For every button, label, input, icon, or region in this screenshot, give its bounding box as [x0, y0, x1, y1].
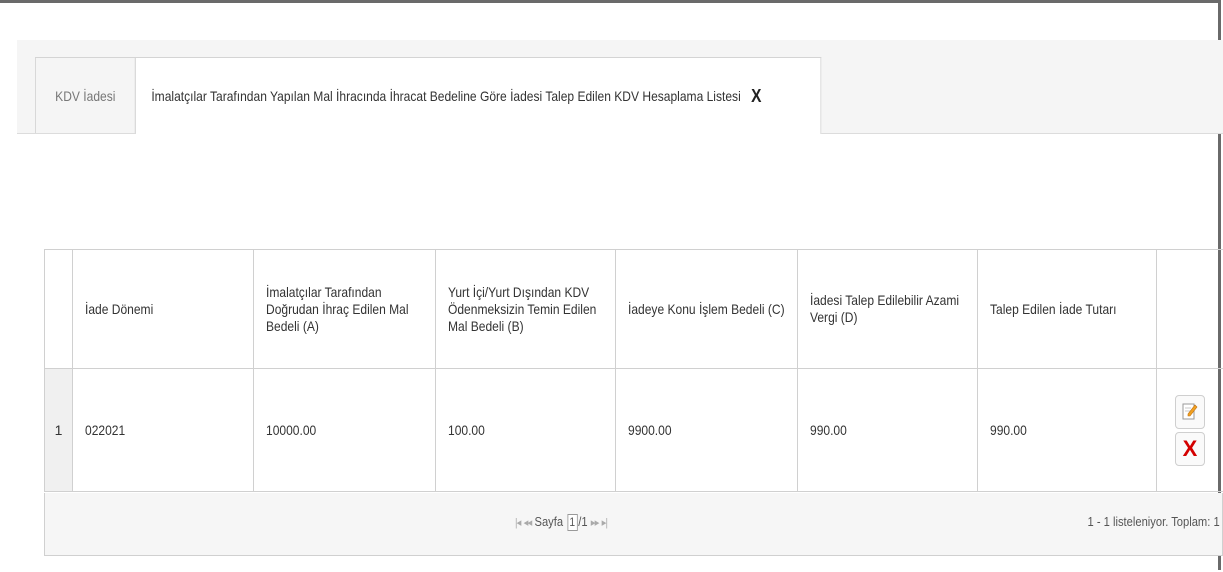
table-cell-a: 10000.00	[253, 368, 436, 492]
delete-icon[interactable]: X	[1175, 431, 1205, 466]
edit-icon[interactable]	[1175, 394, 1205, 429]
column-header[interactable]: İadeye Konu İşlem Bedeli (C)	[615, 249, 798, 369]
table-header-row: İade Dönemi İmalatçılar Tarafından Doğru…	[44, 249, 1223, 369]
table-cell-b: 100.00	[435, 368, 616, 492]
row-number: 1	[44, 368, 73, 492]
page-number-input[interactable]: 1	[567, 514, 578, 531]
page-total: /1	[578, 514, 588, 529]
kdv-table: İade Dönemi İmalatçılar Tarafından Doğru…	[44, 249, 1223, 492]
row-actions: X	[1156, 368, 1223, 492]
close-icon[interactable]: X	[751, 86, 761, 107]
tab-label: KDV İadesi	[55, 87, 116, 104]
pager-info: 1 - 1 listeleniyor. Toplam: 1	[1087, 514, 1220, 529]
column-header[interactable]: Yurt İçi/Yurt Dışından KDV Ödenmeksizin …	[435, 249, 616, 369]
last-page-icon[interactable]: ▸|	[602, 517, 608, 529]
tab-strip: KDV İadesi İmalatçılar Tarafından Yapıla…	[17, 40, 1223, 134]
header-rownum-cell	[44, 249, 73, 369]
tab-kdv-iadesi[interactable]: KDV İadesi	[35, 57, 136, 133]
column-header[interactable]: Talep Edilen İade Tutarı	[977, 249, 1157, 369]
tab-label: İmalatçılar Tarafından Yapılan Mal İhrac…	[151, 88, 741, 104]
pagination-bar: |◂ ◂◂ Sayfa 1/1 ▸▸ ▸| 1 - 1 listeleniyor…	[44, 493, 1223, 556]
table-row[interactable]: 1 022021 10000.00 100.00 9900.00 990.00 …	[44, 368, 1223, 492]
table-cell-talep: 990.00	[977, 368, 1157, 492]
first-page-icon[interactable]: |◂	[515, 517, 521, 529]
table-cell-c: 9900.00	[615, 368, 798, 492]
table-cell-iade-donemi: 022021	[72, 368, 254, 492]
next-page-icon[interactable]: ▸▸	[591, 517, 600, 529]
column-header[interactable]: İade Dönemi	[72, 249, 254, 369]
column-header[interactable]: İadesi Talep Edilebilir Azami Vergi (D)	[797, 249, 978, 369]
page-label: Sayfa	[534, 514, 564, 529]
pager-controls: |◂ ◂◂ Sayfa 1/1 ▸▸ ▸|	[515, 514, 608, 531]
table-cell-d: 990.00	[797, 368, 978, 492]
tab-kdv-hesaplama-listesi[interactable]: İmalatçılar Tarafından Yapılan Mal İhrac…	[135, 57, 822, 134]
prev-page-icon[interactable]: ◂◂	[524, 517, 533, 529]
column-header[interactable]: İmalatçılar Tarafından Doğrudan İhraç Ed…	[253, 249, 436, 369]
